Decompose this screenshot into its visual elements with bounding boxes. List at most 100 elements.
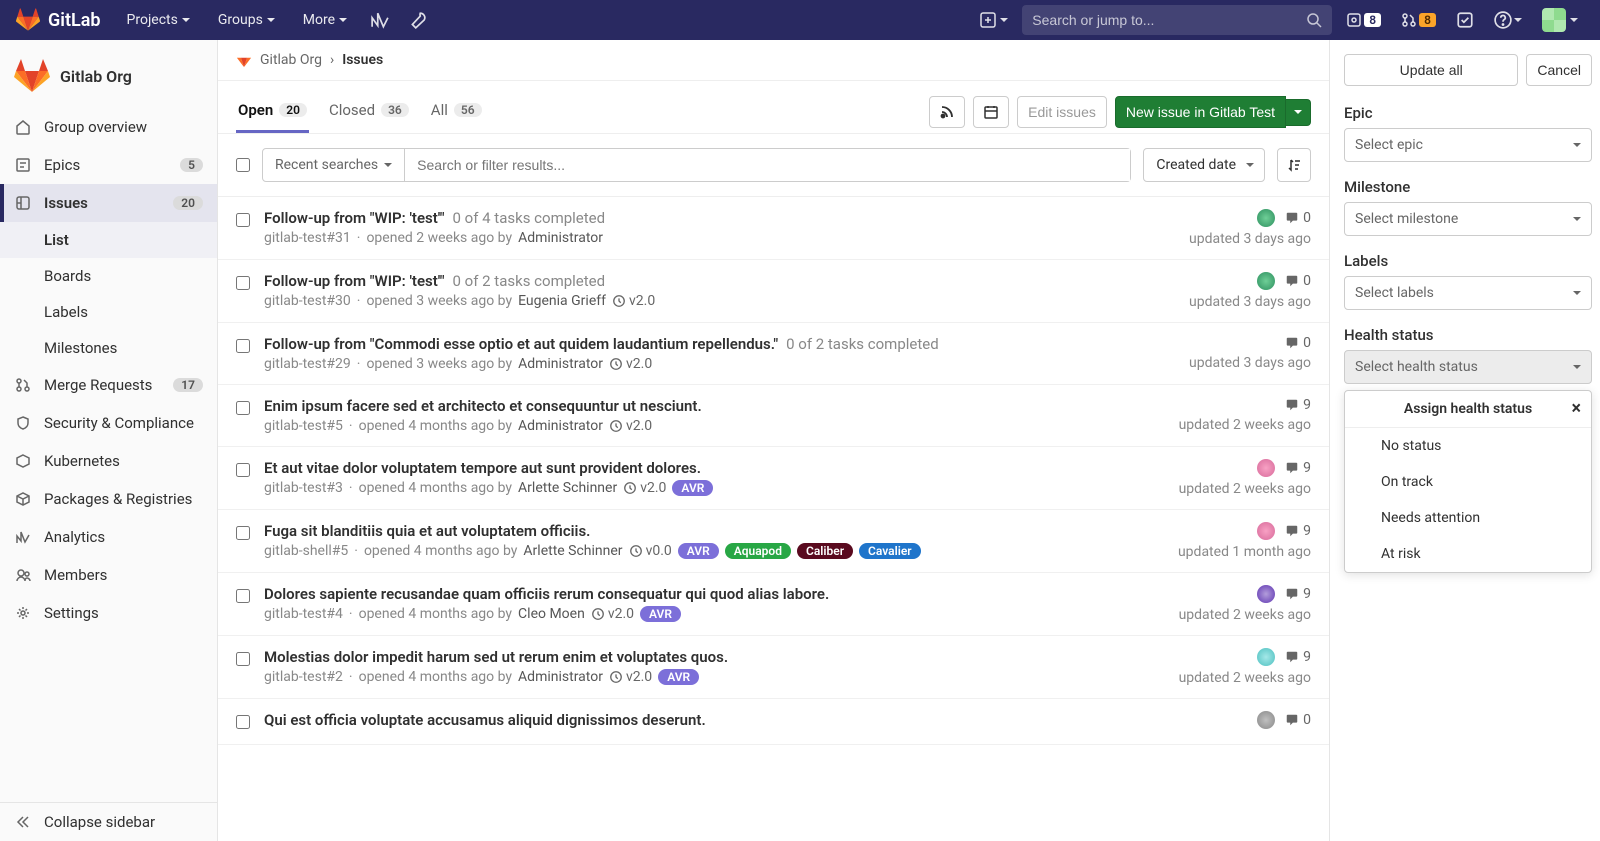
issue-title[interactable]: Dolores sapiente recusandae quam officii… [264,585,829,603]
tab-closed[interactable]: Closed36 [327,91,411,133]
context-header[interactable]: Gitlab Org [0,50,217,108]
issue-title[interactable]: Fuga sit blanditiis quia et aut voluptat… [264,522,590,540]
issues-shortcut[interactable]: 8 [1340,6,1387,34]
label-chip[interactable]: Aquapod [725,543,791,559]
new-issue-caret[interactable] [1286,99,1311,126]
sidebar-item-security-compliance[interactable]: Security & Compliance [0,404,217,442]
comments-count[interactable]: 9 [1285,397,1311,413]
filter-input[interactable] [405,149,1130,181]
sidebar-item-packages-registries[interactable]: Packages & Registries [0,480,217,518]
sidebar-item-epics[interactable]: Epics5 [0,146,217,184]
health-option[interactable]: No status [1345,428,1591,464]
issue-checkbox[interactable] [236,652,250,666]
sidebar-sub-boards[interactable]: Boards [0,258,217,294]
issue-title[interactable]: Qui est officia voluptate accusamus aliq… [264,711,706,729]
label-chip[interactable]: Cavalier [859,543,921,559]
sidebar-item-merge-requests[interactable]: Merge Requests17 [0,366,217,404]
assignee-avatar[interactable] [1257,648,1275,666]
sidebar-item-kubernetes[interactable]: Kubernetes [0,442,217,480]
issue-checkbox[interactable] [236,401,250,415]
issue-author[interactable]: Eugenia Grieff [518,293,606,309]
issue-title[interactable]: Et aut vitae dolor voluptatem tempore au… [264,459,701,477]
comments-count[interactable]: 9 [1285,460,1311,476]
collapse-sidebar[interactable]: Collapse sidebar [0,803,217,841]
comments-count[interactable]: 0 [1285,335,1311,351]
update-all-button[interactable]: Update all [1344,54,1518,86]
calendar-button[interactable] [973,96,1009,128]
issue-checkbox[interactable] [236,526,250,540]
new-issue-button[interactable]: New issue in Gitlab Test [1115,96,1286,128]
sidebar-sub-milestones[interactable]: Milestones [0,330,217,366]
issue-checkbox[interactable] [236,339,250,353]
comments-count[interactable]: 0 [1285,273,1311,289]
search-input[interactable] [1032,12,1306,28]
mr-shortcut[interactable]: 8 [1395,6,1442,34]
sidebar-sub-list[interactable]: List [0,222,217,258]
label-chip[interactable]: AVR [658,669,699,685]
issue-author[interactable]: Administrator [518,669,603,685]
assignee-avatar[interactable] [1257,585,1275,603]
issue-author[interactable]: Administrator [518,230,603,246]
plus-icon[interactable] [974,6,1014,34]
issue-author[interactable]: Arlette Schinner [518,480,617,496]
gitlab-logo[interactable] [16,8,40,32]
label-chip[interactable]: Caliber [797,543,853,559]
rss-button[interactable] [929,96,965,128]
sort-select[interactable]: Created date [1143,148,1265,182]
issue-checkbox[interactable] [236,276,250,290]
close-icon[interactable]: × [1571,400,1581,418]
issue-author[interactable]: Administrator [518,418,603,434]
label-chip[interactable]: AVR [640,606,681,622]
issue-title[interactable]: Follow-up from "WIP: 'test'" [264,272,445,290]
nav-groups[interactable]: Groups [208,6,285,34]
issue-checkbox[interactable] [236,463,250,477]
issue-author[interactable]: Administrator [518,356,603,372]
wrench-icon[interactable] [403,5,433,35]
epic-select[interactable]: Select epic [1344,128,1592,162]
sidebar-sub-labels[interactable]: Labels [0,294,217,330]
issue-checkbox[interactable] [236,589,250,603]
issue-title[interactable]: Molestias dolor impedit harum sed ut rer… [264,648,728,666]
sort-direction[interactable] [1277,148,1311,182]
issue-title[interactable]: Follow-up from "Commodi esse optio et au… [264,335,778,353]
sidebar-item-members[interactable]: Members [0,556,217,594]
issue-checkbox[interactable] [236,715,250,729]
issue-author[interactable]: Arlette Schinner [523,543,622,559]
comments-count[interactable]: 0 [1285,210,1311,226]
assignee-avatar[interactable] [1257,459,1275,477]
user-menu[interactable] [1536,2,1584,38]
health-option[interactable]: On track [1345,464,1591,500]
select-all-checkbox[interactable] [236,158,250,172]
recent-searches[interactable]: Recent searches [263,149,405,181]
health-select[interactable]: Select health status [1344,350,1592,384]
sidebar-item-issues[interactable]: Issues20 [0,184,217,222]
tab-all[interactable]: All56 [429,91,484,133]
health-option[interactable]: At risk [1345,536,1591,572]
sidebar-item-analytics[interactable]: Analytics [0,518,217,556]
issue-author[interactable]: Cleo Moen [518,606,585,622]
comments-count[interactable]: 0 [1285,712,1311,728]
health-option[interactable]: Needs attention [1345,500,1591,536]
comments-count[interactable]: 9 [1285,523,1311,539]
labels-select[interactable]: Select labels [1344,276,1592,310]
issue-checkbox[interactable] [236,213,250,227]
todos-icon[interactable] [1450,5,1480,35]
label-chip[interactable]: AVR [678,543,719,559]
issue-title[interactable]: Follow-up from "WIP: 'test'" [264,209,445,227]
label-chip[interactable]: AVR [672,480,713,496]
breadcrumb-group[interactable]: Gitlab Org [260,52,322,68]
comments-count[interactable]: 9 [1285,649,1311,665]
assignee-avatar[interactable] [1257,522,1275,540]
assignee-avatar[interactable] [1257,209,1275,227]
assignee-avatar[interactable] [1257,711,1275,729]
issue-title[interactable]: Enim ipsum facere sed et architecto et c… [264,397,702,415]
activity-icon[interactable] [365,5,395,35]
sidebar-item-settings[interactable]: Settings [0,594,217,632]
comments-count[interactable]: 9 [1285,586,1311,602]
help-icon[interactable] [1488,5,1528,35]
edit-issues-button[interactable]: Edit issues [1017,96,1107,128]
global-search[interactable] [1022,5,1332,35]
nav-projects[interactable]: Projects [117,6,200,34]
assignee-avatar[interactable] [1257,272,1275,290]
cancel-button[interactable]: Cancel [1526,54,1592,86]
